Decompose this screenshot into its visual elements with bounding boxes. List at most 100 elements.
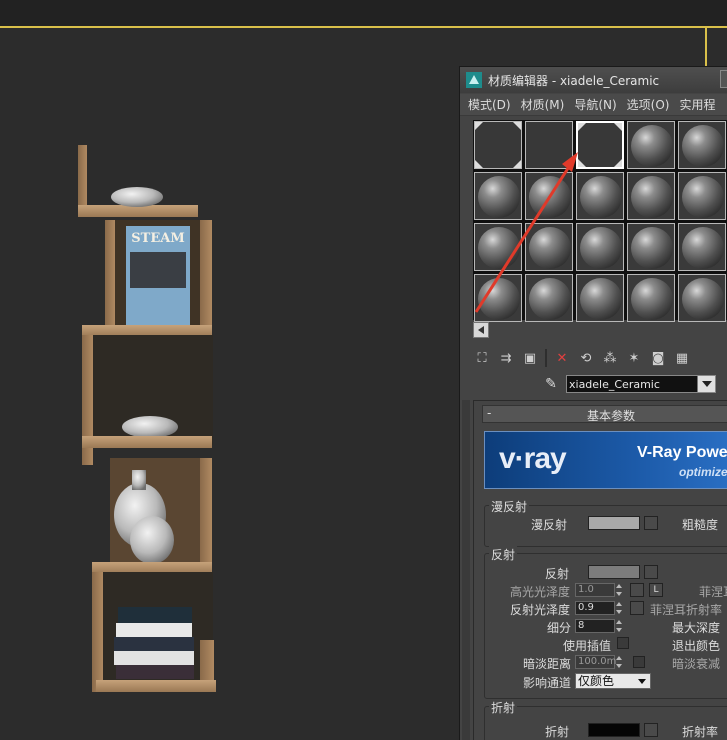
menu-mode[interactable]: 模式(D)	[468, 96, 511, 113]
subdivs-spinner[interactable]: 8	[575, 619, 624, 633]
material-sample-slot[interactable]	[474, 274, 522, 322]
sample-sphere	[529, 176, 571, 218]
vase-neck	[132, 470, 146, 490]
diffuse-color-swatch[interactable]	[588, 516, 640, 530]
assign-to-selection-icon[interactable]: ▣	[521, 349, 539, 367]
material-toolbar: ⛶ ⇉ ▣ ✕ ⟲ ⁂ ✶ ◙ ▦	[473, 347, 727, 369]
delete-icon[interactable]: ✕	[553, 349, 571, 367]
hilight-gloss-value[interactable]: 1.0	[575, 583, 615, 597]
book-stack	[114, 651, 194, 665]
put-to-scene-icon[interactable]: ⇉	[497, 349, 515, 367]
roughness-label: 粗糙度	[682, 518, 719, 532]
material-name-input[interactable]	[567, 376, 697, 392]
bowl-top	[111, 187, 163, 207]
slot-corner-marker	[578, 159, 586, 167]
window-control-button[interactable]	[720, 70, 727, 88]
spinner-arrows[interactable]	[615, 655, 624, 669]
refl-gloss-value[interactable]: 0.9	[575, 601, 615, 615]
lock-button[interactable]: L	[649, 583, 663, 597]
material-sample-slot[interactable]	[474, 223, 522, 271]
material-sample-slot[interactable]	[474, 121, 522, 169]
material-sample-slot[interactable]	[627, 223, 675, 271]
material-sample-slot[interactable]	[576, 223, 624, 271]
hilight-gloss-spinner[interactable]: 1.0	[575, 583, 624, 597]
refract-map-button[interactable]	[644, 723, 658, 737]
spinner-arrows[interactable]	[615, 619, 624, 633]
material-editor-window[interactable]: 材质编辑器 - xiadele_Ceramic 模式(D) 材质(M) 导航(N…	[459, 66, 727, 740]
dim-distance-value[interactable]: 100.0m	[575, 655, 616, 669]
diffuse-label: 漫反射	[531, 518, 568, 532]
material-sample-slot[interactable]	[678, 121, 726, 169]
viewport-top-bar	[0, 0, 727, 26]
material-sample-slot[interactable]	[525, 121, 573, 169]
sample-sphere	[682, 278, 724, 320]
material-sample-slot[interactable]	[474, 172, 522, 220]
basic-parameters-rollout-header[interactable]: - 基本参数	[482, 405, 727, 423]
affect-channels-select[interactable]: 仅颜色	[575, 673, 651, 689]
material-id-icon[interactable]: ✶	[625, 349, 643, 367]
use-interp-label: 使用插值	[563, 639, 612, 653]
material-sample-slot[interactable]	[678, 172, 726, 220]
material-sample-slot[interactable]	[627, 121, 675, 169]
background-icon[interactable]: ▦	[673, 349, 691, 367]
material-sample-slot[interactable]	[678, 223, 726, 271]
spinner-arrows[interactable]	[615, 601, 624, 615]
sample-sphere	[478, 278, 520, 320]
slot-corner-marker	[513, 122, 521, 130]
spinner-arrows[interactable]	[615, 583, 624, 597]
basic-parameters-panel: - 基本参数 v·ray V-Ray Power optimized 漫反射 漫…	[473, 400, 727, 740]
menu-options[interactable]: 选项(O)	[627, 96, 670, 113]
title-bar[interactable]: 材质编辑器 - xiadele_Ceramic	[460, 67, 727, 93]
refl-gloss-map-button[interactable]	[630, 601, 644, 615]
subdivs-label: 细分	[547, 621, 572, 635]
dim-distance-checkbox[interactable]	[633, 656, 645, 668]
material-type-dropdown[interactable]	[697, 376, 715, 392]
book-stack	[116, 623, 192, 637]
book-title-art: STEAM	[131, 231, 184, 246]
sample-slots-grid	[473, 120, 727, 322]
use-interp-checkbox[interactable]	[617, 637, 629, 649]
menu-material[interactable]: 材质(M)	[521, 96, 565, 113]
material-sample-slot[interactable]	[627, 274, 675, 322]
material-sample-slot[interactable]	[576, 121, 624, 169]
put-to-library-icon[interactable]: ⁂	[601, 349, 619, 367]
vase-ribbed	[130, 516, 174, 564]
dim-distance-spinner[interactable]: 100.0m	[575, 655, 624, 669]
toolbar-separator	[545, 349, 547, 367]
hilight-map-button[interactable]	[630, 583, 644, 597]
material-sample-slot[interactable]	[627, 172, 675, 220]
slot-corner-marker	[475, 122, 483, 130]
material-sample-slot[interactable]	[678, 274, 726, 322]
dim-distance-label: 暗淡距离	[523, 657, 572, 671]
material-sample-slot[interactable]	[576, 274, 624, 322]
viewport-active-border	[0, 26, 727, 28]
material-sample-slot[interactable]	[576, 172, 624, 220]
menu-utilities[interactable]: 实用程	[679, 96, 715, 113]
reflect-map-button[interactable]	[644, 565, 658, 579]
show-in-viewport-icon[interactable]: ◙	[649, 349, 667, 367]
slots-scroll-left-button[interactable]	[473, 322, 489, 338]
subdivs-value[interactable]: 8	[575, 619, 615, 633]
bookshelf-scene[interactable]: STEAM	[70, 140, 230, 710]
material-sample-slot[interactable]	[525, 172, 573, 220]
sample-sphere	[682, 227, 724, 269]
sample-sphere	[631, 227, 673, 269]
get-material-icon[interactable]: ⛶	[473, 349, 491, 367]
diffuse-map-button[interactable]	[644, 516, 658, 530]
refl-gloss-spinner[interactable]: 0.9	[575, 601, 624, 615]
slot-corner-marker	[475, 160, 483, 168]
make-unique-icon[interactable]: ⟲	[577, 349, 595, 367]
menu-navigation[interactable]: 导航(N)	[574, 96, 616, 113]
params-scroll-strip[interactable]	[462, 400, 470, 740]
reflect-color-swatch[interactable]	[588, 565, 640, 579]
shelf-panel	[105, 220, 115, 330]
sample-sphere	[631, 278, 673, 320]
material-sample-slot[interactable]	[525, 223, 573, 271]
slot-corner-marker	[578, 123, 586, 131]
material-name-field[interactable]	[566, 375, 716, 393]
sample-sphere	[580, 176, 622, 218]
eyedropper-icon[interactable]: ✎	[542, 375, 560, 393]
refract-color-swatch[interactable]	[588, 723, 640, 737]
sample-sphere	[580, 227, 622, 269]
material-sample-slot[interactable]	[525, 274, 573, 322]
